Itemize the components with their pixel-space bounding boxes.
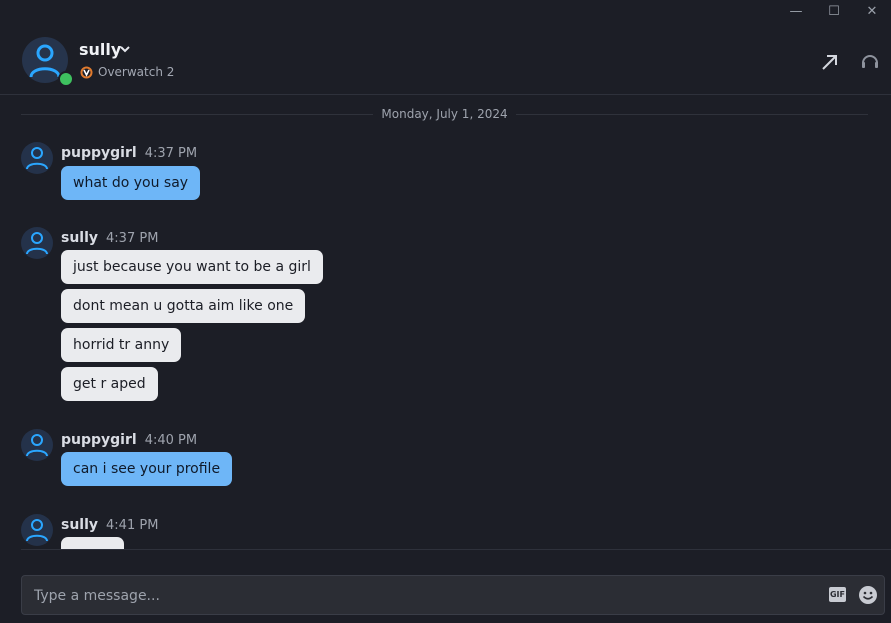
divider <box>515 113 869 115</box>
avatar[interactable] <box>21 227 53 259</box>
avatar[interactable] <box>21 142 53 174</box>
message-bubble[interactable] <box>61 537 124 549</box>
message-bubble[interactable]: just because you want to be a girl <box>61 250 323 284</box>
user-icon <box>26 147 48 170</box>
game-name: Overwatch 2 <box>98 65 175 79</box>
date-label: Monday, July 1, 2024 <box>381 107 508 121</box>
message-time: 4:41 PM <box>106 518 159 533</box>
arrow-up-right-icon[interactable] <box>820 52 840 72</box>
chevron-down-icon[interactable] <box>119 43 131 55</box>
message-header: sully 4:37 PM <box>61 230 158 246</box>
user-icon <box>26 232 48 255</box>
message-list[interactable]: Monday, July 1, 2024 puppygirl 4:37 PM w… <box>0 95 891 549</box>
user-icon <box>26 519 48 542</box>
game-activity: Overwatch 2 <box>80 65 174 79</box>
headset-icon[interactable] <box>860 52 880 72</box>
message-time: 4:37 PM <box>144 146 198 161</box>
chat-header: sully Overwatch 2 <box>0 0 891 95</box>
message-bubble[interactable]: get r aped <box>61 367 158 401</box>
user-icon <box>26 434 48 457</box>
message-time: 4:40 PM <box>144 433 198 448</box>
emoji-icon[interactable] <box>858 585 878 605</box>
divider <box>21 113 374 115</box>
online-status-dot <box>58 71 74 87</box>
avatar[interactable] <box>21 514 53 546</box>
message-time: 4:37 PM <box>106 231 159 246</box>
message-author[interactable]: puppygirl <box>61 145 137 161</box>
chat-username[interactable]: sully <box>79 40 121 59</box>
message-header: sully 4:41 PM <box>61 517 158 533</box>
date-separator: Monday, July 1, 2024 <box>21 107 869 121</box>
message-header: puppygirl 4:37 PM <box>61 145 197 161</box>
gif-button[interactable]: GIF <box>829 587 846 602</box>
message-bubble[interactable]: can i see your profile <box>61 452 233 486</box>
message-header: puppygirl 4:40 PM <box>61 432 197 448</box>
message-bubble[interactable]: what do you say <box>61 166 201 200</box>
message-bubble[interactable]: dont mean u gotta aim like one <box>61 289 306 323</box>
divider <box>21 549 891 550</box>
message-input[interactable] <box>32 576 816 616</box>
message-bubble[interactable]: horrid tr anny <box>61 328 182 362</box>
message-composer: GIF <box>21 575 885 616</box>
avatar[interactable] <box>21 429 53 461</box>
message-author[interactable]: puppygirl <box>61 432 137 448</box>
message-author[interactable]: sully <box>61 230 98 246</box>
overwatch-icon <box>80 66 93 78</box>
message-author[interactable]: sully <box>61 517 98 533</box>
